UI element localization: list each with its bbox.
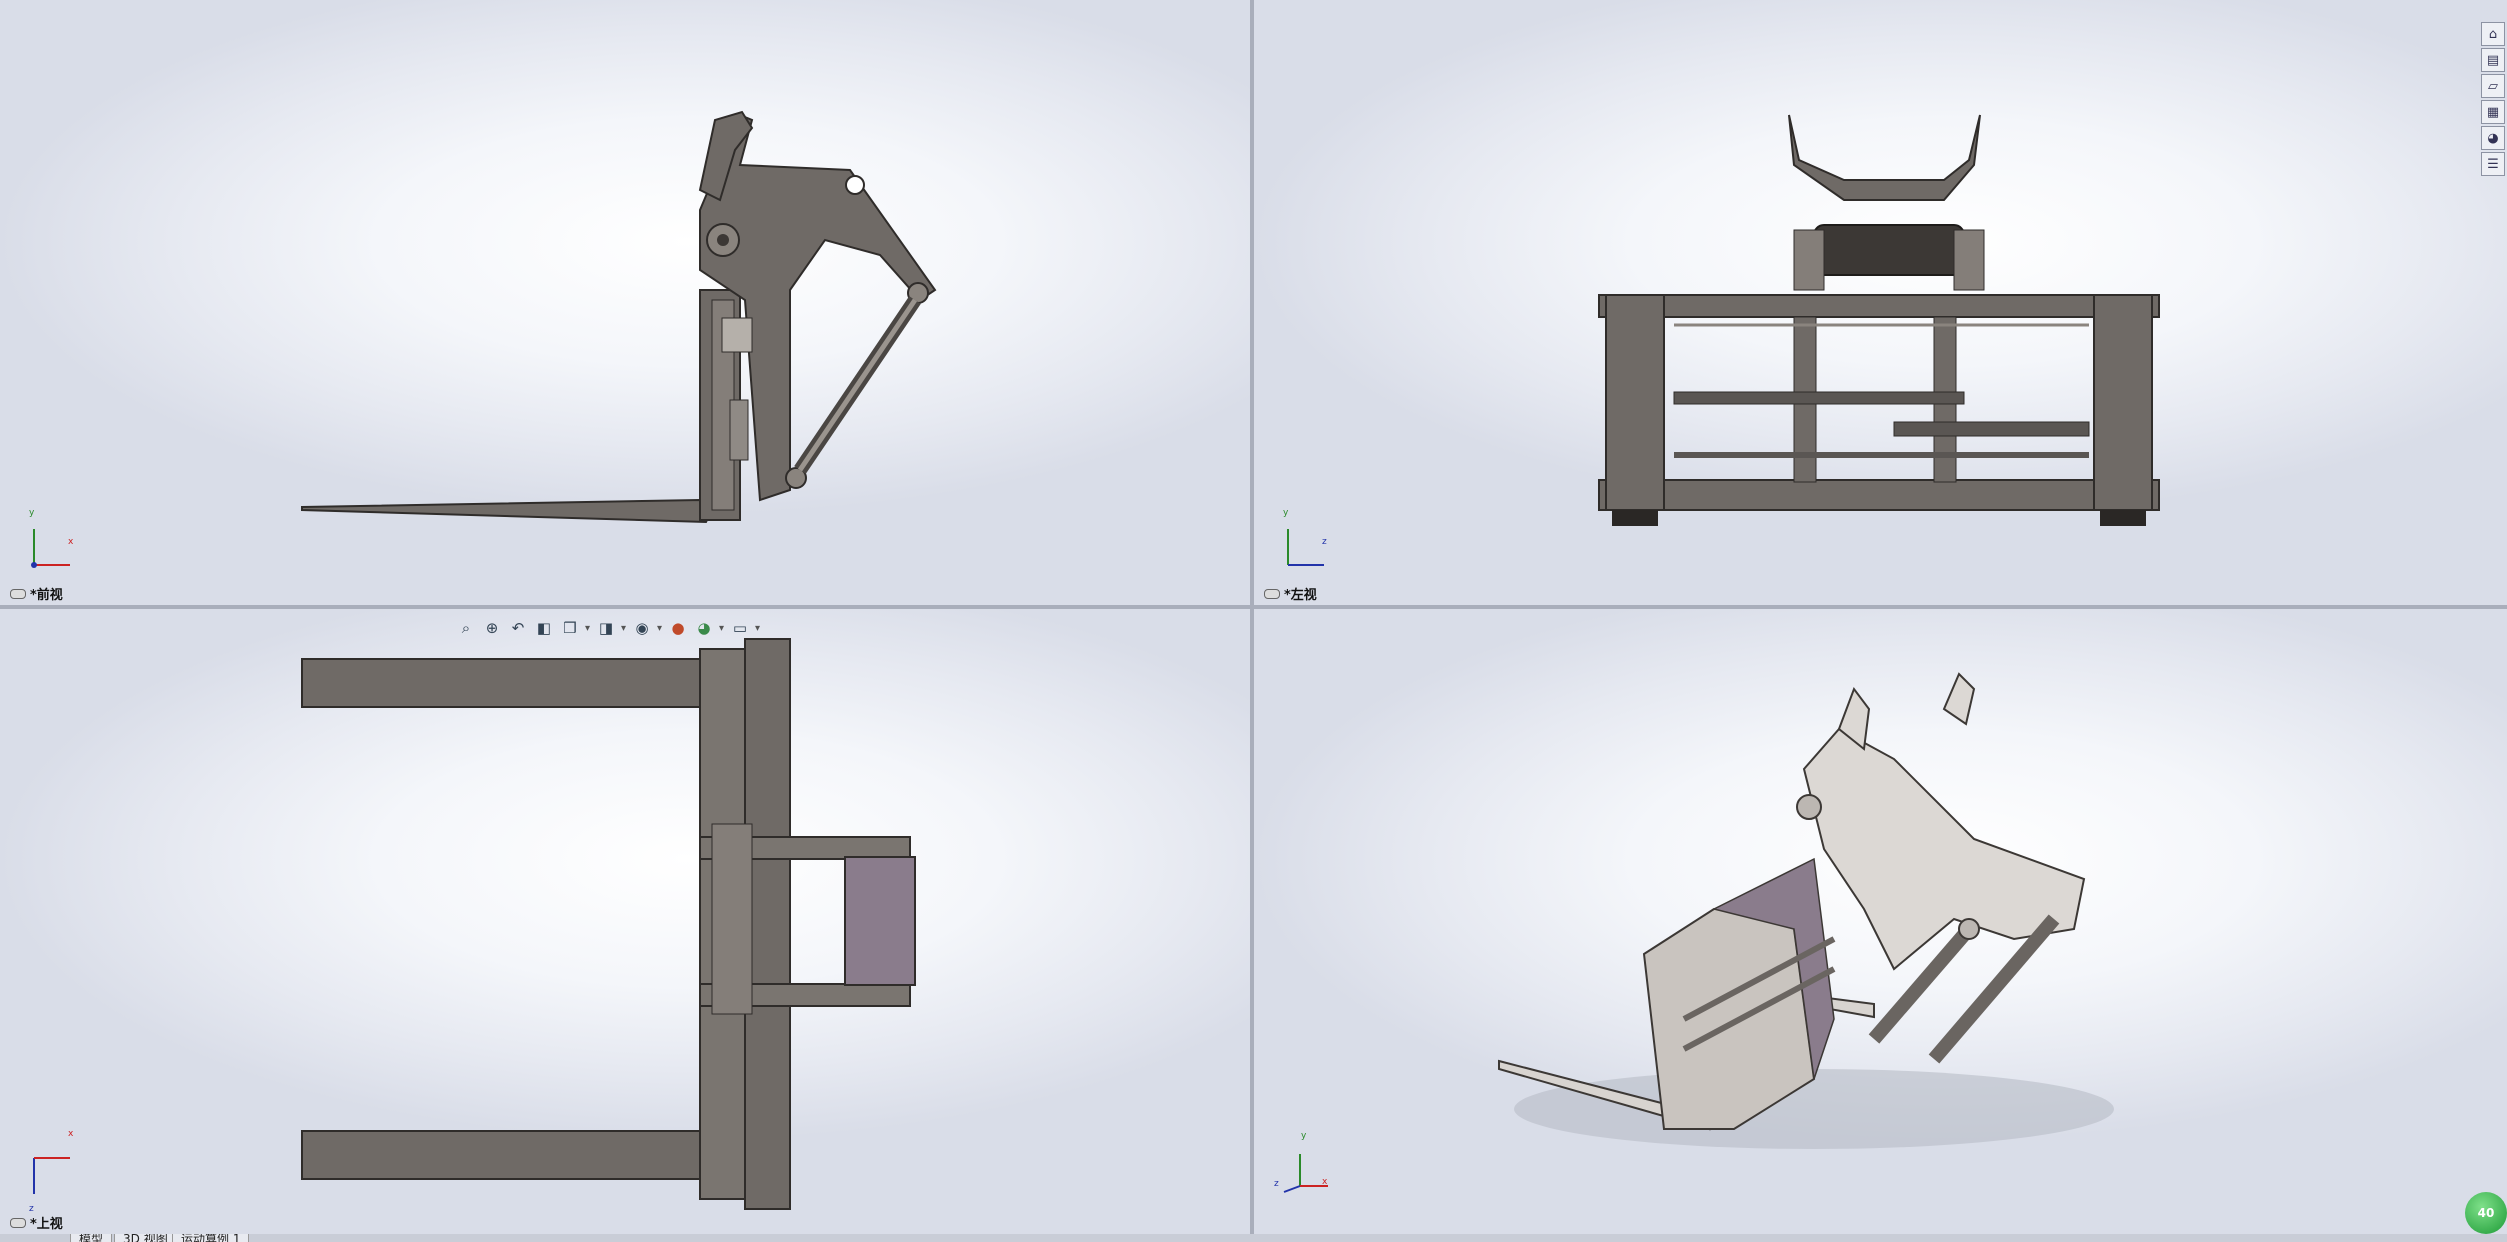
task-pane-tabs: ⌂ ▤ ▱ ▦ ◕ ☰	[2481, 22, 2507, 176]
performance-badge[interactable]: 40	[2465, 1192, 2507, 1234]
left-view-model	[1598, 114, 2160, 526]
front-view-model	[301, 110, 937, 524]
design-library-icon[interactable]: ▱	[2481, 74, 2505, 98]
view-label-top: *上视	[10, 1213, 63, 1232]
viewport-splitter-vertical[interactable]	[1250, 0, 1254, 1234]
coordinate-triad	[1287, 529, 1324, 566]
side-shift-cylinder-1	[1673, 391, 1965, 405]
view-label-front: *前视	[10, 584, 63, 603]
axis-label-y: y	[29, 508, 35, 518]
appearances-icon[interactable]: ◕	[2481, 126, 2505, 150]
viewport-splitter-horizontal[interactable]	[0, 605, 2507, 609]
view-label-left: *左视	[1264, 584, 1317, 603]
tab-3d-views[interactable]: 3D 视图	[114, 1234, 177, 1242]
file-explorer-icon[interactable]: ▦	[2481, 100, 2505, 124]
carriage-frame	[1642, 908, 1816, 1130]
carriage-bottom-beam	[1598, 479, 2160, 511]
axis-label-y: y	[1283, 508, 1289, 518]
viewport-left[interactable]: y z *左视 ⌂ ▤ ▱ ▦ ◕ ☰	[1254, 0, 2507, 605]
axis-label-x: x	[68, 537, 74, 547]
tab-model[interactable]: 模型	[70, 1234, 113, 1242]
viewport-top[interactable]: ⌕ ⊕ ↶ ◧ ❒ ▾ ◨ ▾ ◉ ▾ ● ◕ ▾ ▭ ▾ x z *上视	[0, 609, 1250, 1234]
axis-label-z: z	[1322, 537, 1327, 547]
viewport-isometric[interactable]: y x z 40	[1254, 609, 2507, 1234]
fork-tine-upper	[301, 658, 703, 708]
coupler-top	[1788, 114, 1981, 201]
axis-label-x: x	[68, 1129, 74, 1139]
link-views-icon[interactable]	[10, 1217, 26, 1228]
resources-icon[interactable]: ▤	[2481, 48, 2505, 72]
axis-label-z: z	[1274, 1179, 1279, 1189]
coordinate-triad	[1283, 1154, 1328, 1193]
link-views-icon[interactable]	[1264, 588, 1280, 599]
viewport-front[interactable]: y x *前视	[0, 0, 1250, 605]
isometric-view-model	[1498, 672, 2114, 1149]
coordinate-triad	[33, 1157, 70, 1194]
link-views-icon[interactable]	[10, 588, 26, 599]
carriage-top-beam	[1598, 294, 2160, 318]
coordinate-triad	[31, 529, 70, 568]
fork-tine-lower	[301, 1130, 703, 1180]
top-view-model	[301, 638, 916, 1210]
axis-label-x: x	[1322, 1177, 1328, 1187]
home-icon[interactable]: ⌂	[2481, 22, 2505, 46]
fork-tine	[301, 498, 714, 524]
bottom-tab-bar: 模型 3D 视图 运动算例 1	[0, 1234, 2507, 1242]
axis-label-y: y	[1301, 1131, 1307, 1141]
tab-motion-study-1[interactable]: 运动算例 1	[172, 1234, 250, 1242]
custom-properties-icon[interactable]: ☰	[2481, 152, 2505, 176]
side-shift-cylinder-2	[1893, 421, 2090, 437]
